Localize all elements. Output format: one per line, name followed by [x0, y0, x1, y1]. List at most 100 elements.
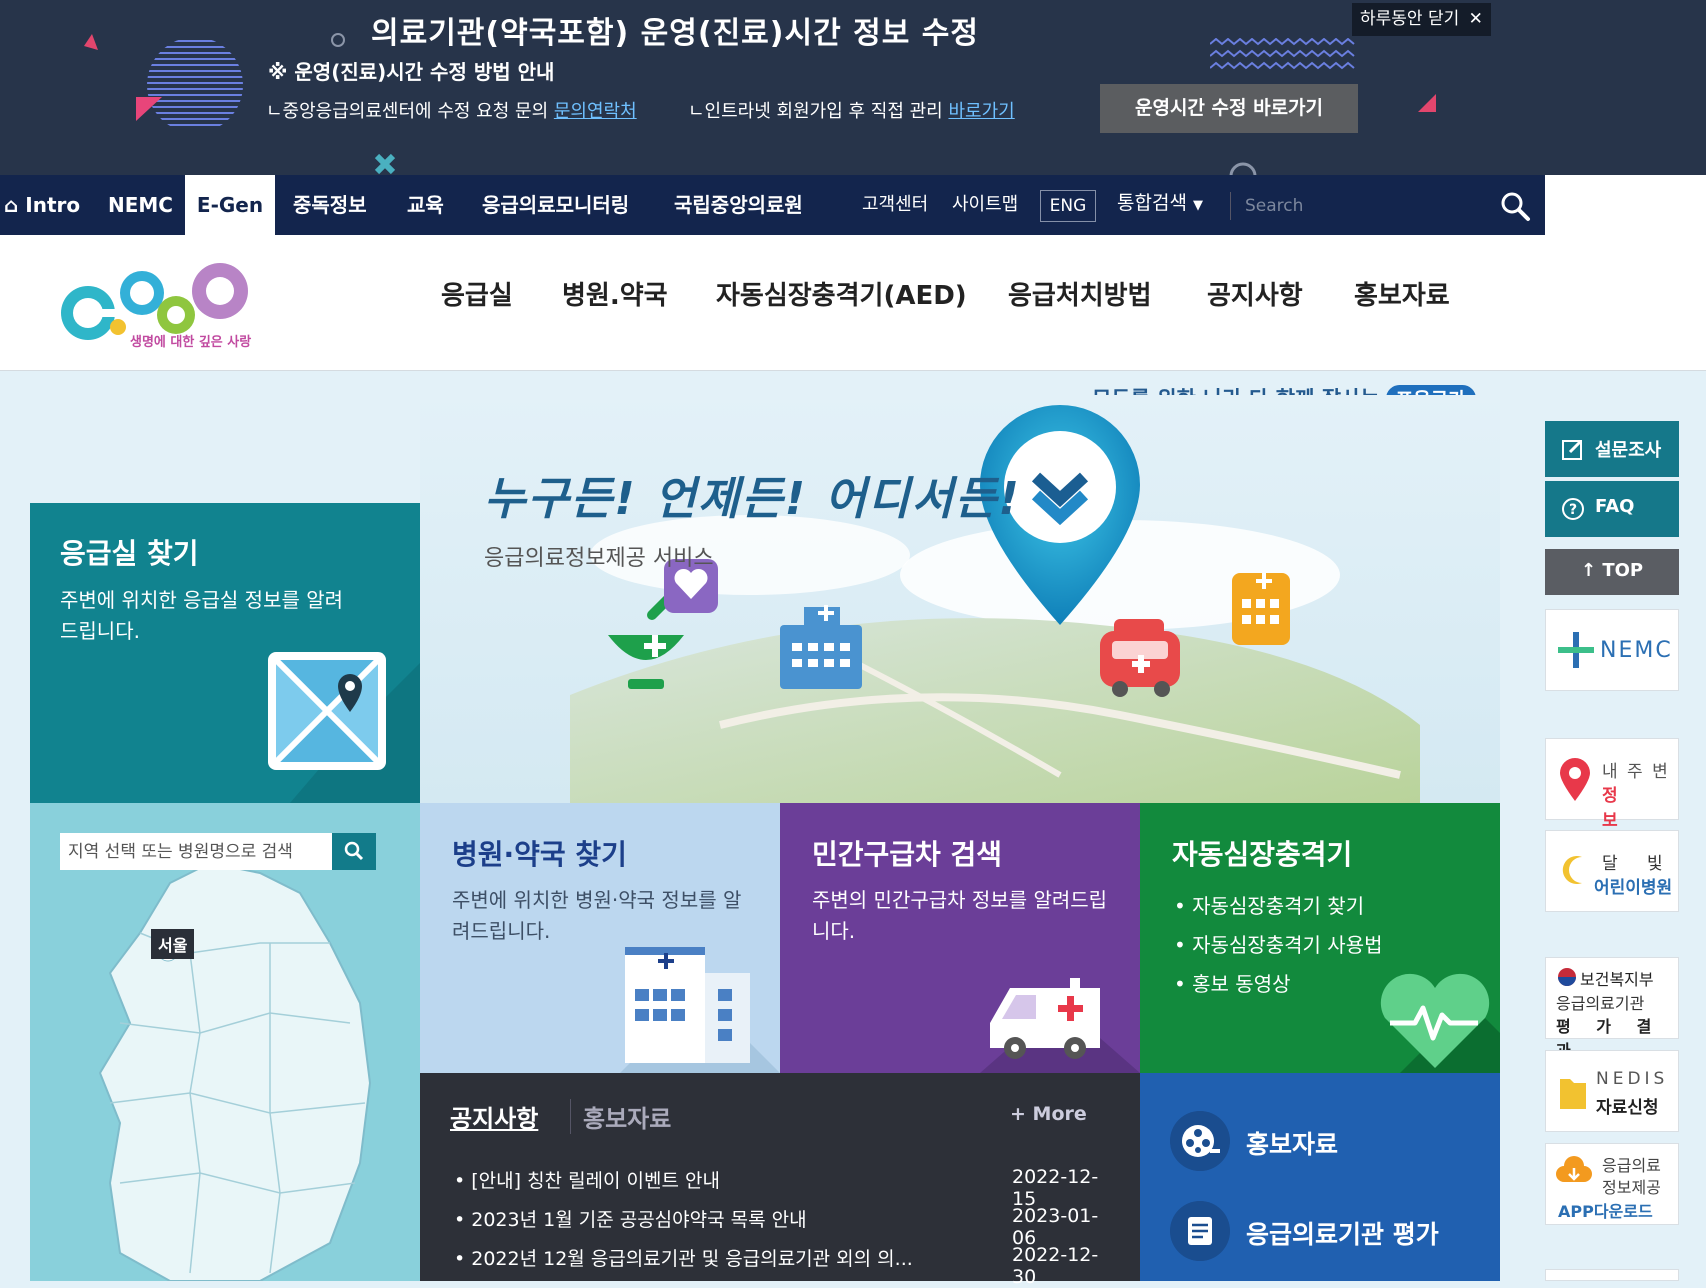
- korea-map[interactable]: [30, 803, 420, 1281]
- clinic-icon: [1232, 573, 1290, 645]
- mohw-evaluation-banner[interactable]: 보건복지부 응급의료기관 평 가 결 과: [1545, 957, 1679, 1060]
- hospital-pharmacy-tile[interactable]: 병원·약국 찾기 주변에 위치한 병원·약국 정보를 알려드립니다.: [420, 803, 780, 1073]
- moon-icon: [1562, 856, 1582, 884]
- svg-text:?: ?: [1569, 502, 1577, 518]
- aed-usage-link[interactable]: • 자동심장충격기 사용법: [1174, 926, 1383, 965]
- moonlight-bottom: 어린이병원: [1594, 878, 1673, 898]
- er-finder-title: 응급실 찾기: [60, 537, 199, 570]
- customer-center-link[interactable]: 고객센터: [862, 175, 928, 235]
- private-ambulance-tile[interactable]: 민간구급차 검색 주변의 민간구급차 정보를 알려드립니다.: [780, 803, 1140, 1073]
- sitemap-link[interactable]: 사이트맵: [952, 175, 1018, 235]
- mainnav-notices[interactable]: 공지사항: [1207, 275, 1303, 312]
- survey-button[interactable]: 설문조사: [1545, 421, 1679, 477]
- notice-title: • [안내] 칭찬 릴레이 이벤트 안내: [454, 1170, 720, 1192]
- banner-line-contact: ㄴ중앙응급의료센터에 수정 요청 문의 문의연락처: [266, 97, 637, 123]
- clipboard-icon: [1170, 1201, 1230, 1261]
- moonlight-children-hospital-banner[interactable]: 달 빛 어린이병원: [1545, 830, 1679, 912]
- pr-panel: 홍보자료 응급의료기관 평가: [1140, 1073, 1500, 1281]
- nedis-banner[interactable]: NEDIS 자료신청: [1545, 1050, 1679, 1132]
- tab-pr-materials[interactable]: 홍보자료: [570, 1099, 671, 1134]
- region-search-input[interactable]: [60, 833, 332, 870]
- banner-title: 의료기관(약국포함) 운영(진료)시간 정보 수정: [371, 16, 979, 51]
- nedis-top: NEDIS: [1596, 1069, 1669, 1089]
- nav-item-education[interactable]: 교육: [407, 175, 444, 235]
- mainnav-aed[interactable]: 자동심장충격기(AED): [716, 275, 967, 312]
- more-link[interactable]: + More: [1010, 1103, 1087, 1125]
- mohw-logo-icon: [1558, 968, 1576, 986]
- nemc-banner-label: NEMC: [1600, 638, 1673, 663]
- top-navigation: ⌂ Intro NEMC E-Gen 중독정보 교육 응급의료모니터링 국립중앙…: [0, 175, 1706, 235]
- nemc-banner[interactable]: NEMC: [1545, 609, 1679, 691]
- nedis-bottom: 자료신청: [1596, 1098, 1659, 1118]
- search-icon[interactable]: [332, 833, 376, 870]
- english-link[interactable]: ENG: [1040, 190, 1096, 222]
- nav-item-monitoring[interactable]: 응급의료모니터링: [482, 175, 629, 235]
- nearby-info-banner[interactable]: 내 주 변 정 보: [1545, 738, 1679, 831]
- banner-line-intranet-text: ㄴ인트라넷 회원가입 후 직접 관리: [688, 101, 943, 122]
- aed-find-link[interactable]: • 자동심장충격기 찾기: [1174, 887, 1383, 926]
- decorative-x: [374, 153, 396, 175]
- app-top: 응급의료: [1602, 1156, 1661, 1175]
- search-input[interactable]: [1230, 192, 1490, 220]
- er-finder-description: 주변에 위치한 응급실 정보를 알려드립니다.: [60, 588, 344, 643]
- aed-video-link[interactable]: • 홍보 동영상: [1174, 965, 1383, 1004]
- nav-right-spacer: [1545, 175, 1706, 235]
- heart-pulse-icon: [1380, 973, 1500, 1073]
- nav-item-poison-info[interactable]: 중독정보: [293, 175, 367, 235]
- faq-button[interactable]: ? FAQ: [1545, 481, 1679, 537]
- ambulance-icon: [980, 978, 1140, 1073]
- app-download-banner[interactable]: 응급의료 정보제공 APP다운로드: [1545, 1143, 1679, 1225]
- cloud-download-icon: [1556, 1156, 1592, 1182]
- banner-line-contact-text: ㄴ중앙응급의료센터에 수정 요청 문의: [266, 101, 549, 122]
- caret-down-icon: ▼: [1192, 198, 1203, 213]
- moonlight-top: 달 빛: [1602, 854, 1675, 874]
- film-reel-icon: [1170, 1111, 1230, 1171]
- mainnav-er[interactable]: 응급실: [441, 275, 513, 312]
- site-header: 생명에 대한 깊은 사랑 응급실 병원.약국 자동심장충격기(AED) 응급처치…: [0, 235, 1706, 371]
- notice-row[interactable]: • 2022년 12월 응급의료기관 및 응급의료기관 외의 의... 2022…: [454, 1244, 1104, 1288]
- region-map[interactable]: [30, 803, 420, 1281]
- survey-label: 설문조사: [1595, 440, 1662, 461]
- search-scope-select[interactable]: 통합검색 ▼: [1117, 175, 1203, 235]
- nav-item-nmc[interactable]: 국립중앙의료원: [674, 175, 803, 235]
- nemc-logo-icon: [1558, 632, 1594, 668]
- intranet-link[interactable]: 바로가기: [948, 101, 1014, 122]
- decorative-triangle: [1418, 94, 1436, 112]
- mohw-top: 보건복지부: [1580, 970, 1654, 989]
- notice-row[interactable]: • [안내] 칭찬 릴레이 이벤트 안내 2022-12-15: [454, 1166, 1104, 1210]
- search-icon[interactable]: [1498, 189, 1532, 223]
- tab-notices[interactable]: 공지사항: [450, 1099, 538, 1134]
- nav-item-intro[interactable]: ⌂ Intro: [4, 175, 80, 235]
- question-icon: ?: [1562, 498, 1584, 520]
- edit-hours-button[interactable]: 운영시간 수정 바로가기: [1100, 84, 1358, 133]
- search-scope-label: 통합검색: [1117, 192, 1187, 214]
- region-label-seoul[interactable]: 서울: [151, 929, 195, 959]
- close-icon: ✕: [1468, 9, 1483, 29]
- map-pin-icon: [268, 652, 386, 770]
- top-button[interactable]: ↑ TOP: [1545, 549, 1679, 595]
- sidebar-next-banner[interactable]: [1545, 1269, 1679, 1281]
- notice-row[interactable]: • 2023년 1월 기준 공공심야약국 목록 안내 2023-01-06: [454, 1205, 1104, 1249]
- er-evaluation-label: 응급의료기관 평가: [1246, 1220, 1439, 1249]
- mainnav-pr[interactable]: 홍보자료: [1354, 275, 1450, 312]
- contact-link[interactable]: 문의연락처: [554, 101, 637, 122]
- pr-materials-label: 홍보자료: [1246, 1130, 1339, 1159]
- nav-intro-label: Intro: [25, 193, 81, 217]
- aed-tile-title: 자동심장충격기: [1172, 838, 1353, 871]
- notice-date: 2023-01-06: [1012, 1205, 1099, 1249]
- location-pin-icon: [1560, 758, 1590, 801]
- hospital-building-icon: [620, 947, 780, 1073]
- home-icon: ⌂: [4, 193, 19, 217]
- logo-tagline: 생명에 대한 깊은 사랑: [130, 335, 252, 350]
- nav-item-egen[interactable]: E-Gen: [185, 175, 275, 235]
- close-for-day-button[interactable]: 하루동안 닫기 ✕: [1352, 3, 1491, 36]
- ambulance-tile-title: 민간구급차 검색: [812, 838, 1003, 871]
- mainnav-first-aid[interactable]: 응급처치방법: [1008, 275, 1152, 312]
- aed-tile[interactable]: 자동심장충격기 • 자동심장충격기 찾기 • 자동심장충격기 사용법 • 홍보 …: [1140, 803, 1500, 1073]
- folder-icon: [1560, 1079, 1586, 1109]
- notice-date: 2022-12-15: [1012, 1166, 1099, 1210]
- mainnav-hospital-pharmacy[interactable]: 병원.약국: [562, 275, 668, 312]
- nav-item-nemc[interactable]: NEMC: [108, 175, 173, 235]
- top-label: ↑ TOP: [1581, 560, 1644, 581]
- notice-date: 2022-12-30: [1012, 1244, 1099, 1288]
